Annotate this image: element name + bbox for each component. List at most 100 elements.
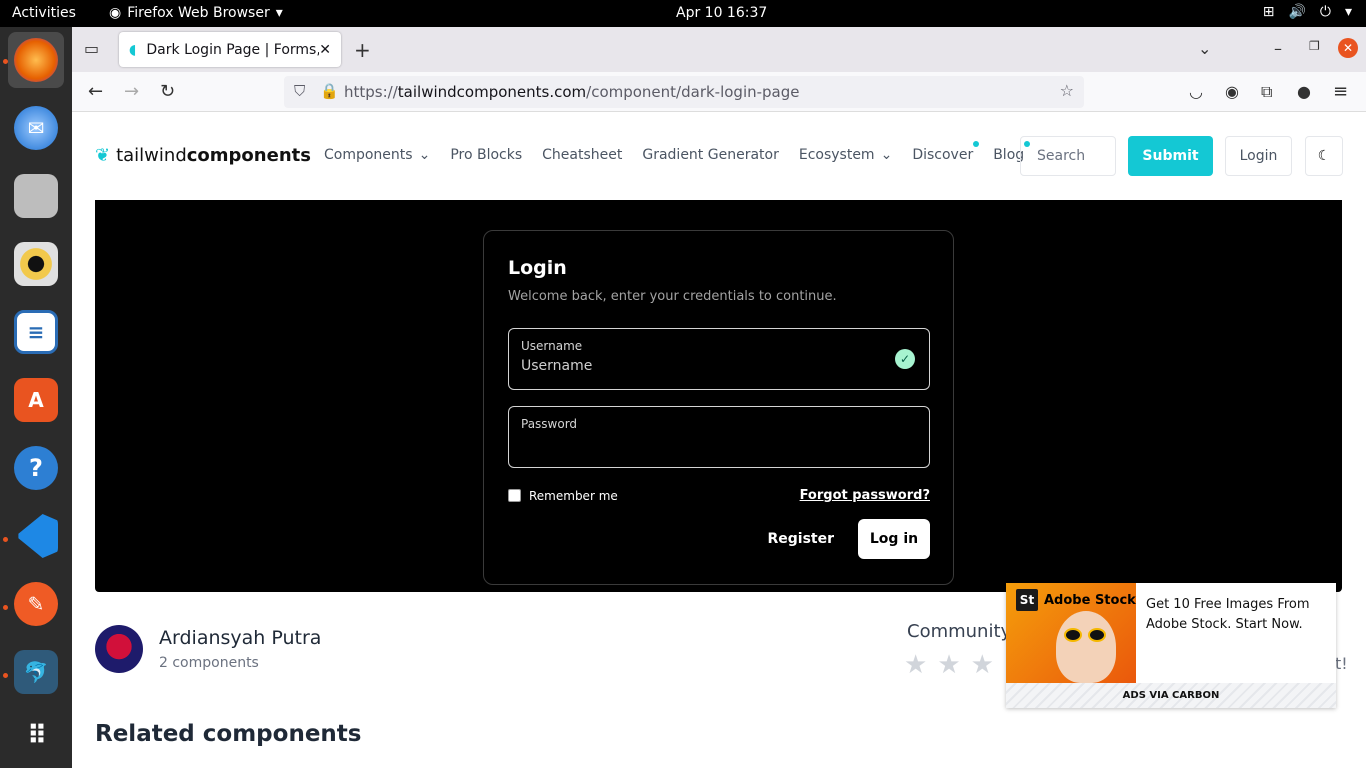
logo-light: tailwind — [116, 145, 187, 166]
dock-show-apps[interactable]: ⠿ — [8, 708, 64, 764]
tab-overview-icon[interactable]: ▭ — [84, 39, 99, 58]
url-host: tailwindcomponents.com — [397, 83, 587, 101]
dock-writer[interactable]: ≡ — [8, 304, 64, 360]
url-bar[interactable]: ⛉ 🔒 https://tailwindcomponents.com/compo… — [284, 76, 1084, 108]
search-input[interactable]: Search — [1020, 136, 1116, 176]
network-icon[interactable]: ⊞ — [1263, 4, 1275, 20]
tab-title: Dark Login Page | Forms, — [146, 41, 320, 58]
author-components: 2 components — [159, 655, 259, 671]
maximize-button[interactable]: ❐ — [1309, 39, 1320, 53]
lock-icon[interactable]: 🔒 — [320, 82, 339, 100]
tab-dark-login-page[interactable]: ◖ Dark Login Page | Forms, ✕ — [119, 32, 341, 67]
dock-help[interactable]: ? — [8, 440, 64, 496]
username-label: Username — [521, 339, 583, 353]
url-scheme: https:// — [344, 83, 398, 101]
password-field[interactable]: Password — [508, 406, 930, 468]
star-icon[interactable]: ★ — [971, 650, 994, 680]
nav-discover[interactable]: Discover — [912, 141, 980, 163]
navigation-bar: ← → ↻ ⛉ 🔒 https://tailwindcomponents.com… — [72, 72, 1366, 112]
register-button[interactable]: Register — [767, 531, 834, 547]
extensions-icon[interactable]: ⧉ — [1261, 82, 1272, 102]
close-tab-icon[interactable]: ✕ — [319, 42, 331, 58]
avatar[interactable] — [95, 625, 143, 673]
ad-image[interactable]: St Adobe Stock — [1006, 583, 1136, 683]
activities-button[interactable]: Activities — [12, 5, 76, 21]
dock-files[interactable] — [8, 168, 64, 224]
url-path: /component/dark-login-page — [586, 83, 800, 101]
new-dot — [973, 141, 980, 147]
running-indicator — [3, 605, 8, 610]
app-center-icon: A — [14, 378, 58, 422]
power-icon[interactable]: ⏻ — [1320, 4, 1331, 20]
app-menu-label: Firefox Web Browser — [127, 5, 270, 21]
firefox-icon — [14, 38, 58, 82]
firefox-small-icon: ◉ — [109, 5, 122, 21]
dock-rhythmbox[interactable] — [8, 236, 64, 292]
pocket-icon[interactable]: ◡ — [1189, 82, 1203, 101]
ad-brand: Adobe Stock — [1044, 592, 1136, 608]
thunderbird-icon: ✉ — [14, 106, 58, 150]
list-tabs-icon[interactable]: ⌄ — [1198, 39, 1211, 58]
running-indicator — [3, 537, 8, 542]
password-label: Password — [521, 417, 578, 431]
site-logo[interactable]: ❦ tailwind components — [95, 145, 311, 166]
forgot-password-link[interactable]: Forgot password? — [800, 488, 930, 503]
nav-pro-blocks[interactable]: Pro Blocks — [450, 147, 522, 163]
grid-icon: ⠿ — [26, 721, 47, 751]
remember-me[interactable]: Remember me — [508, 489, 618, 503]
site-header: ❦ tailwind components Components ⌄ Pro Blo… — [72, 112, 1366, 200]
star-icon[interactable]: ★ — [937, 650, 960, 680]
writer-icon: ≡ — [14, 310, 58, 354]
sunglasses-icon — [1064, 628, 1110, 642]
author-name[interactable]: Ardiansyah Putra — [159, 627, 321, 649]
chevron-down-icon[interactable]: ▾ — [1345, 4, 1352, 20]
remember-checkbox[interactable] — [508, 489, 521, 502]
author-info[interactable]: Ardiansyah Putra 2 components — [95, 625, 321, 673]
back-button[interactable]: ← — [88, 81, 103, 102]
minimize-button[interactable]: – — [1274, 39, 1282, 58]
shield-icon[interactable]: ⛉ — [294, 82, 305, 100]
dock-thunderbird[interactable]: ✉ — [8, 100, 64, 156]
dock-postman[interactable]: ✎ — [8, 576, 64, 632]
dock: ✉ ≡ A ? ✎ 🐬 ⠿ — [0, 27, 72, 768]
system-tray[interactable]: ⊞ 🔊 ⏻ ▾ — [1263, 4, 1352, 20]
account-icon[interactable]: ◉ — [1225, 82, 1239, 101]
chevron-down-icon: ⌄ — [418, 147, 431, 163]
nav-cheatsheet[interactable]: Cheatsheet — [542, 147, 622, 163]
dock-app-center[interactable]: A — [8, 372, 64, 428]
new-tab-button[interactable]: + — [354, 38, 371, 62]
volume-icon[interactable]: 🔊 — [1288, 4, 1305, 20]
submit-button[interactable]: Submit — [1128, 136, 1213, 176]
component-preview: Login Welcome back, enter your credentia… — [95, 200, 1342, 592]
trailing-text: t! — [1335, 654, 1348, 673]
dock-firefox[interactable] — [8, 32, 64, 88]
nav-components[interactable]: Components ⌄ — [324, 147, 430, 163]
close-window-button[interactable]: ✕ — [1338, 38, 1358, 58]
bookmark-star-icon[interactable]: ☆ — [1060, 81, 1074, 100]
ad-text[interactable]: Get 10 Free Images From Adobe Stock. Sta… — [1146, 595, 1326, 635]
nav-gradient-generator[interactable]: Gradient Generator — [642, 147, 778, 163]
vscode-icon — [18, 514, 58, 558]
app-menu[interactable]: ◉ Firefox Web Browser ▾ — [109, 5, 283, 21]
carbon-ad[interactable]: St Adobe Stock Get 10 Free Images From A… — [1006, 583, 1336, 708]
nav-ecosystem[interactable]: Ecosystem ⌄ — [799, 147, 892, 163]
star-icon[interactable]: ★ — [904, 650, 927, 680]
dock-vscode[interactable] — [8, 508, 64, 564]
leaf-logo-icon: ❦ — [95, 145, 111, 166]
running-indicator — [3, 673, 8, 678]
username-input[interactable]: Username — [521, 358, 917, 374]
rating-stars[interactable]: ★ ★ ★ — [904, 650, 994, 680]
extension-icon[interactable]: ● — [1297, 82, 1311, 101]
menu-icon[interactable]: ≡ — [1333, 81, 1348, 102]
ads-via-carbon[interactable]: ADS VIA CARBON — [1006, 683, 1336, 708]
username-field[interactable]: Username Username ✓ — [508, 328, 930, 390]
adobe-stock-badge: St — [1016, 589, 1038, 611]
clock[interactable]: Apr 10 16:37 — [676, 5, 767, 21]
login-button[interactable]: Login — [1225, 136, 1292, 176]
log-in-button[interactable]: Log in — [858, 519, 930, 559]
dock-mysql-workbench[interactable]: 🐬 — [8, 644, 64, 700]
forward-button[interactable]: → — [124, 81, 139, 102]
running-indicator — [3, 59, 8, 64]
reload-button[interactable]: ↻ — [160, 81, 175, 102]
moon-icon[interactable]: ☾ — [1305, 136, 1343, 176]
